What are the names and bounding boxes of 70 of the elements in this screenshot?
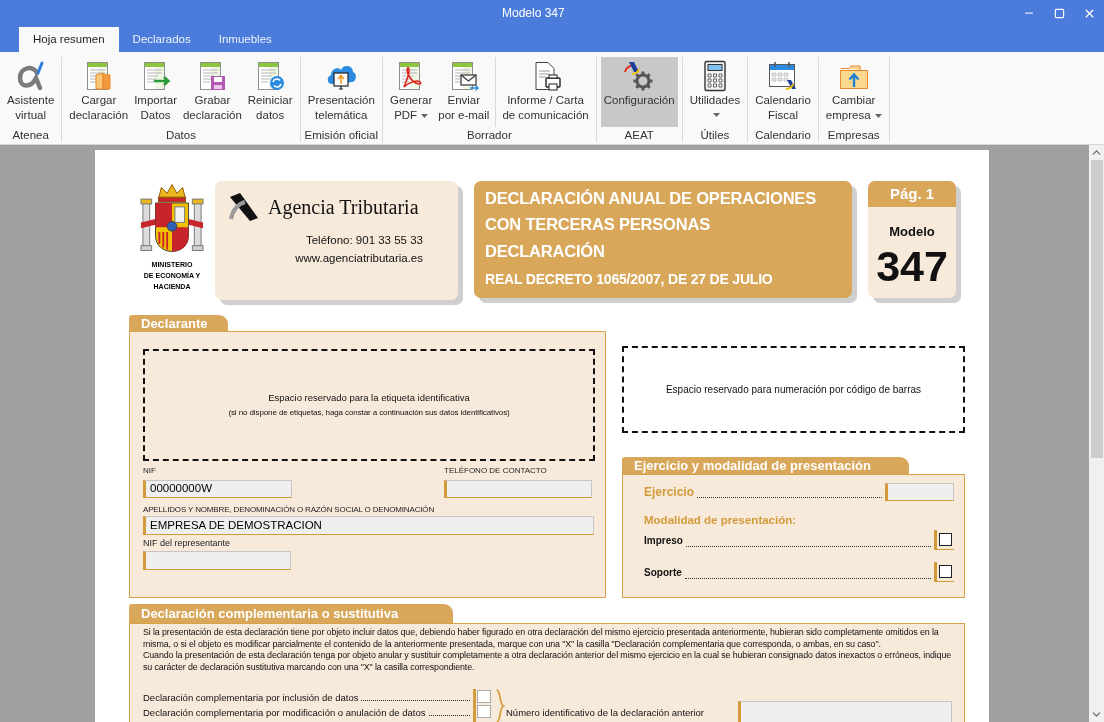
ribbon-button[interactable]: Asistente virtual <box>4 57 58 127</box>
label-area-note: (si no dispone de etiquetas, haga constar a continuación sus datos identificativos) <box>228 406 510 419</box>
agency-website: www.agenciatributaria.es <box>295 251 423 267</box>
group-label: Emisión oficial <box>304 128 379 143</box>
ribbon-button[interactable]: Configuración <box>600 57 678 127</box>
ribbon-button[interactable]: Calendario Fiscal <box>752 57 814 127</box>
ejercicio-field[interactable] <box>885 483 954 501</box>
agency-name: Agencia Tributaria <box>268 195 419 221</box>
group-label: Atenea <box>12 128 49 143</box>
phone-field[interactable] <box>444 480 592 498</box>
ribbon-tab[interactable]: Hoja resumen <box>19 27 119 52</box>
group-label: Calendario <box>755 128 811 143</box>
ejercicio-label: Ejercicio <box>644 484 695 501</box>
model-label: Modelo <box>889 223 935 241</box>
gear-icon <box>623 60 656 92</box>
group-label: Borrador <box>467 128 512 143</box>
field-label: APELLIDOS Y NOMBRE, DENOMINACIÓN O RAZÓN SOCIAL O DENOMINACIÓN <box>143 505 436 515</box>
group-label: Útiles <box>700 128 730 143</box>
model-number: 347 <box>876 243 948 288</box>
option-label: Declaración complementaria por modificación o anulación de datos <box>143 706 426 719</box>
checkbox[interactable] <box>477 705 491 718</box>
coat-of-arms-icon <box>140 183 204 254</box>
section-heading: Declarante <box>129 315 228 331</box>
form-subtitle: DECLARACIÓN <box>485 241 606 261</box>
option-label: Declaración complementaria por inclusión de datos <box>143 691 359 704</box>
ribbon-button[interactable]: Cargar declaración <box>66 57 132 127</box>
option-label: Impreso <box>644 533 683 548</box>
ribbon-tab[interactable]: Inmuebles <box>204 27 286 52</box>
maximize-icon <box>1053 7 1065 19</box>
checkbox[interactable] <box>939 533 952 546</box>
previous-id-label: Número identificativo de la declaración anterior <box>506 706 705 719</box>
checkbox[interactable] <box>477 690 491 703</box>
ribbon-button[interactable]: Reiniciar datos <box>244 57 296 127</box>
ribbon-tab[interactable]: Declarados <box>118 27 205 52</box>
calendar-icon <box>766 60 799 92</box>
brace-icon <box>495 689 505 722</box>
label-area-text: Espacio reservado para la etiqueta identificativa <box>268 391 470 406</box>
ribbon-button[interactable]: Importar Datos <box>131 57 180 127</box>
section-heading: Declaración complementaria o sustitutiva <box>129 604 453 623</box>
nif-field[interactable]: 00000000W <box>143 480 292 498</box>
decree-reference: REAL DECRETO 1065/2007, DE 27 DE JULIO <box>485 270 774 288</box>
previous-id-field[interactable] <box>738 701 952 722</box>
ribbon-button[interactable]: Generar PDF <box>387 57 436 127</box>
window-title: Modelo 347 <box>502 5 565 22</box>
instruction-paragraph: Cuando la presentación de esta declaración tenga por objeto anular y sustituir completamente a otra declaración anterior del mismo ejercicio en la cual se hubieran consignado datos inexactos o erróneos, indique su carácter de declaración sustitutiva marcando con una "X" la casilla correspondiente. <box>143 650 952 673</box>
checkbox[interactable] <box>939 565 952 578</box>
group-label: Empresas <box>827 128 880 143</box>
field-label: TELÉFONO DE CONTACTO <box>444 466 548 476</box>
instruction-paragraph: Si la presentación de esta declaración tiene por objeto incluir datos que, debiendo haber figurado en otra declaración del mismo ejercicio presentada anteriormente, hubieran sido completamente omitidos en la misma, o si el objeto es modificar parcialmente el contenido de la anteriormente presentada, marque con una "X" la casilla "Declaración complementaria que corresponda, o ambas, en su caso". <box>143 627 940 650</box>
field-label: NIF del representante <box>143 538 232 548</box>
agency-phone: Teléfono: 901 33 55 33 <box>305 233 423 248</box>
group-label: AEAT <box>624 128 654 143</box>
section-heading: Ejercicio y modalidad de presentación <box>622 457 909 474</box>
form-title: DECLARACIÓN ANUAL DE OPERACIONES CON TERCERAS PERSONAS <box>485 188 817 235</box>
page-number: Pág. 1 <box>868 181 956 207</box>
barcode-area-text: Espacio reservado para numeración por código de barras <box>665 383 922 397</box>
logo-icon <box>228 192 260 222</box>
ribbon-button[interactable]: Informe / Carta de comunicación <box>499 57 592 127</box>
option-label: Soporte <box>644 565 682 580</box>
name-field[interactable]: EMPRESA DE DEMOSTRACION <box>143 516 594 535</box>
ribbon-button[interactable]: Cambiar empresa <box>822 57 885 127</box>
representative-nif-field[interactable] <box>143 551 291 570</box>
modalidad-label: Modalidad de presentación: <box>644 513 798 527</box>
group-label: Datos <box>165 128 196 143</box>
ribbon-button[interactable]: Grabar declaración <box>179 57 245 127</box>
ribbon-button[interactable]: Utilidades <box>686 57 744 127</box>
scrollbar-thumb[interactable] <box>1090 160 1103 458</box>
ribbon-button[interactable]: Presentación telemática <box>304 57 378 127</box>
field-label: NIF <box>143 466 157 476</box>
ribbon-button[interactable]: Enviar por e-mail <box>435 57 493 127</box>
